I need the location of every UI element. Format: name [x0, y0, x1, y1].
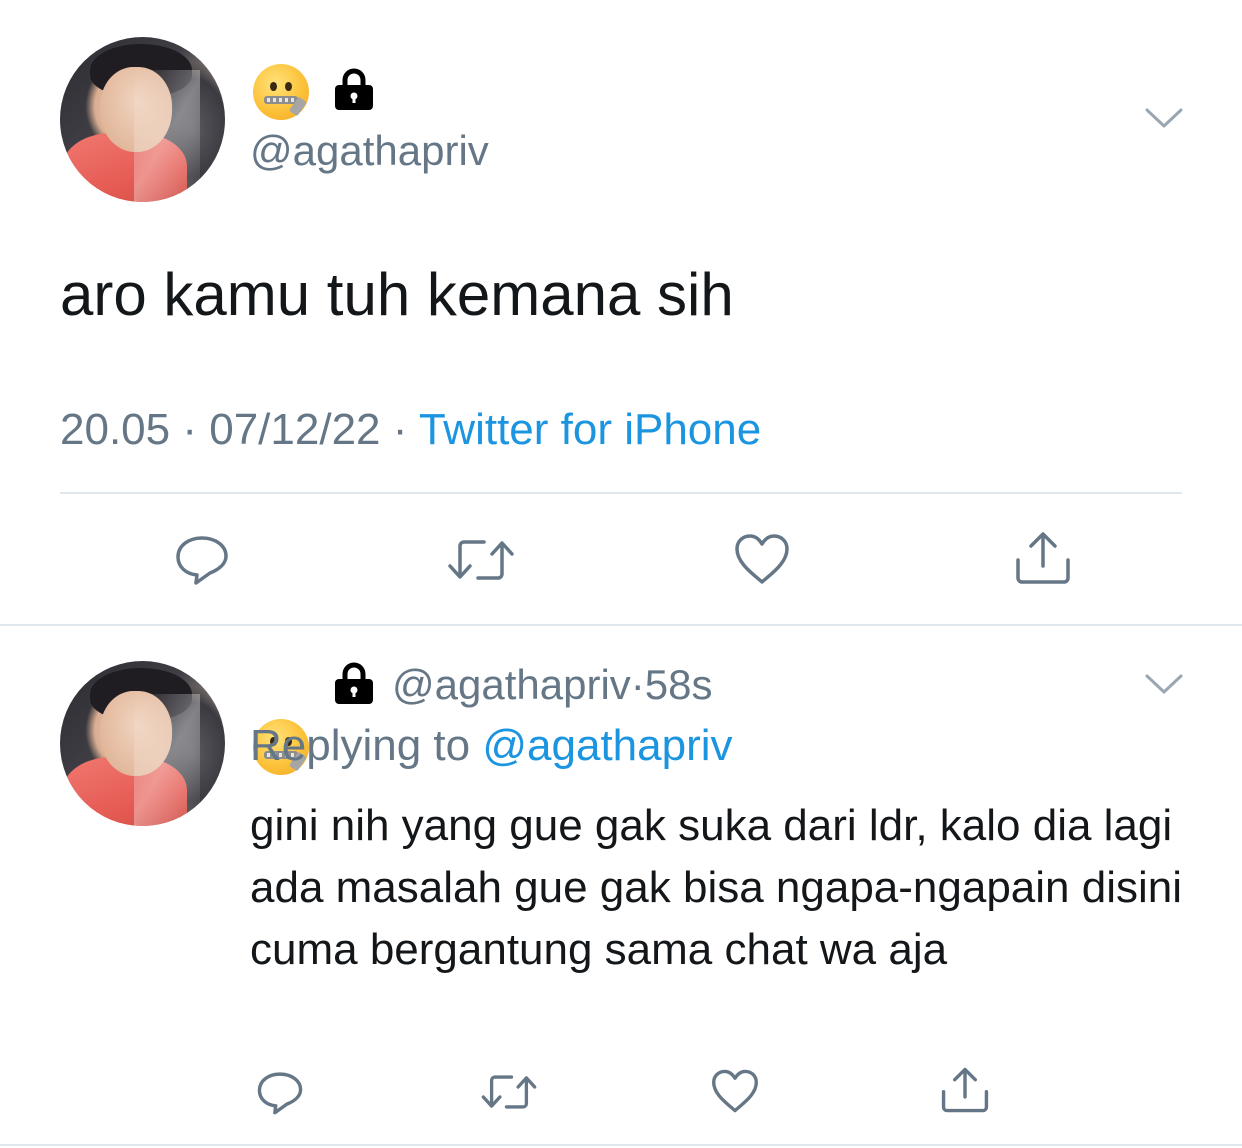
main-tweet: @agathapriv aro kamu tuh kemana sih 20.0… [0, 0, 1242, 585]
like-icon[interactable] [733, 532, 791, 586]
author-handle[interactable]: @agathapriv [250, 126, 489, 176]
share-icon[interactable] [1014, 530, 1072, 586]
meta-separator: · [630, 661, 645, 708]
chevron-down-icon[interactable] [1144, 672, 1184, 696]
chevron-down-icon[interactable] [1144, 106, 1184, 130]
replying-handle-link[interactable]: @agathapriv [482, 721, 732, 770]
retweet-icon[interactable] [446, 536, 516, 584]
zipper-mouth-face-icon [253, 64, 309, 120]
retweet-icon[interactable] [480, 1072, 538, 1112]
tweet-text: aro kamu tuh kemana sih [60, 261, 734, 328]
reply-icon[interactable] [174, 534, 230, 586]
lock-icon [335, 68, 373, 110]
lock-icon [335, 662, 373, 704]
tweet-separator [0, 1144, 1242, 1146]
replying-prefix: Replying to [250, 721, 471, 770]
share-icon[interactable] [940, 1066, 990, 1114]
avatar[interactable] [60, 661, 225, 826]
author-handle[interactable]: @agathapriv [392, 661, 631, 708]
reply-icon[interactable] [256, 1070, 304, 1116]
tweet-separator [0, 624, 1242, 626]
avatar[interactable] [60, 37, 225, 202]
tweet-date: 07/12/22 [209, 405, 381, 454]
tweet-age[interactable]: 58s [645, 661, 713, 708]
divider [60, 492, 1182, 494]
meta-separator: · [182, 405, 197, 454]
tweet-time: 20.05 [60, 405, 171, 454]
like-icon[interactable] [710, 1068, 760, 1114]
meta-separator: · [392, 405, 408, 454]
tweet-client-link[interactable]: Twitter for iPhone [419, 405, 761, 454]
tweet-text: gini nih yang gue gak suka dari ldr, kal… [250, 801, 1183, 974]
tweet-meta: 20.05 · 07/12/22 · Twitter for iPhone [60, 404, 761, 456]
replying-to: Replying to @agathapriv [250, 720, 733, 772]
reply-header: @agathapriv·58s [392, 660, 713, 710]
